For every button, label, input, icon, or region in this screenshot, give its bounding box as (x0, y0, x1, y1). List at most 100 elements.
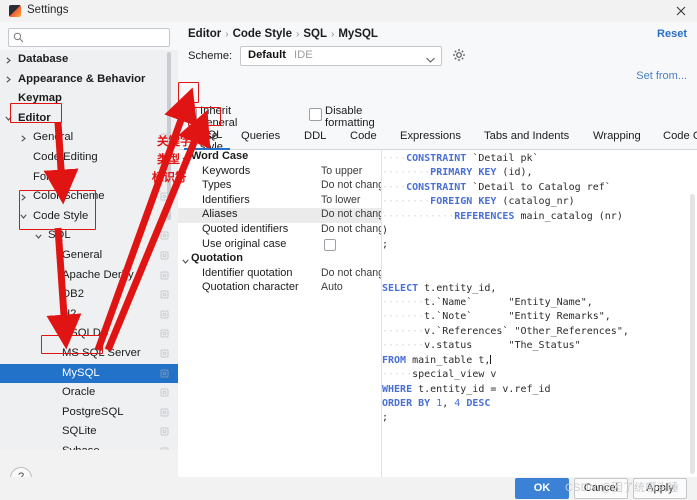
sidebar-item-label: Font (33, 170, 56, 183)
setting-row-identifiers[interactable]: Identifiers To lower (178, 194, 381, 209)
tab-expressions[interactable]: Expressions (400, 130, 461, 142)
sidebar-item-ms-sql-server[interactable]: MS SQL Server (0, 344, 178, 364)
tab-code[interactable]: Code (350, 130, 377, 142)
sidebar-item-h2[interactable]: H2 (0, 305, 178, 325)
sidebar-item-sql[interactable]: SQL (0, 226, 178, 246)
chevron-down-icon[interactable] (182, 154, 189, 162)
tab-code-generation[interactable]: Code Generation (663, 130, 697, 142)
sidebar-item-code-style[interactable]: Code Style (0, 207, 178, 227)
setting-row-quoted-identifiers[interactable]: Quoted identifiers Do not change (178, 223, 381, 238)
setting-value[interactable]: Do not change (321, 267, 381, 279)
breadcrumb-item[interactable]: Editor (188, 28, 221, 40)
setting-label: Identifiers (202, 193, 250, 206)
inherit-sql-style-checkbox[interactable] (184, 108, 197, 121)
setting-label: Quoted identifiers (202, 222, 289, 235)
sidebar-item-color-scheme[interactable]: Color Scheme (0, 187, 178, 207)
code-line: ; (382, 412, 389, 424)
setting-value[interactable]: Auto (321, 281, 343, 293)
breadcrumb-item[interactable]: Code Style (233, 28, 292, 40)
sidebar-item-code-editing[interactable]: Code Editing (0, 148, 178, 168)
sidebar-item-label: SQLite (62, 425, 97, 438)
gear-icon[interactable] (452, 48, 466, 62)
tab-ddl[interactable]: DDL (304, 130, 326, 142)
setting-value[interactable]: Do not change (321, 208, 381, 220)
breadcrumb-separator: › (296, 29, 300, 40)
setting-value[interactable]: To lower (321, 194, 360, 206)
setting-value[interactable]: To upper (321, 165, 362, 177)
sidebar-item-sybase[interactable]: Sybase (0, 442, 178, 450)
sidebar-item-label: Keymap (18, 92, 62, 105)
module-icon (160, 408, 169, 417)
chevron-right-icon[interactable] (5, 56, 12, 64)
sidebar-item-oracle[interactable]: Oracle (0, 383, 178, 403)
preview-scrollbar[interactable] (690, 194, 695, 474)
scheme-dropdown[interactable]: Default IDE (240, 46, 442, 66)
chevron-down-icon[interactable] (5, 115, 12, 122)
close-icon[interactable] (673, 3, 689, 19)
title-bar: Settings (0, 0, 697, 22)
setting-value[interactable]: Do not change (321, 223, 381, 235)
code-line: ········FOREIGN KEY (catalog_nr) (382, 196, 575, 208)
chevron-right-icon[interactable] (5, 76, 12, 83)
code-line: WHERE t.entity_id = v.ref_id (382, 383, 551, 395)
setting-row-aliases[interactable]: Aliases Do not change (178, 208, 381, 223)
setting-row-word-case[interactable]: Word Case (178, 150, 381, 165)
sidebar-item-postgresql[interactable]: PostgreSQL (0, 403, 178, 423)
reset-link[interactable]: Reset (657, 28, 687, 40)
sidebar-item-sqlite[interactable]: SQLite (0, 422, 178, 442)
module-icon (160, 349, 169, 358)
breadcrumb-item[interactable]: MySQL (338, 28, 378, 40)
module-icon (160, 369, 169, 378)
case-settings-list[interactable]: Word Case Keywords To upper Types Do not cha… (178, 150, 381, 477)
sidebar-item-label: PostgreSQL (62, 405, 124, 418)
sidebar-item-general[interactable]: General (0, 246, 178, 266)
sidebar-item-apache-derby[interactable]: Apache Derby (0, 266, 178, 286)
setting-row-quotation[interactable]: Quotation (178, 252, 381, 267)
code-line: ; (382, 239, 389, 251)
disable-formatting-checkbox[interactable] (309, 108, 322, 121)
sidebar-item-label: DB2 (62, 288, 84, 301)
tab-wrapping[interactable]: Wrapping (593, 130, 641, 142)
sidebar-item-editor[interactable]: Editor (0, 109, 178, 129)
ok-button[interactable]: OK (515, 478, 569, 499)
tab-bar[interactable]: Case Queries DDL Code Expressions Tabs and In… (178, 130, 697, 149)
sidebar-item-db2[interactable]: DB2 (0, 285, 178, 305)
use-original-case-checkbox[interactable] (324, 238, 336, 251)
sidebar-item-label: Editor (18, 111, 51, 124)
chevron-right-icon[interactable] (20, 135, 27, 142)
setting-value[interactable]: Do not change (321, 179, 381, 191)
breadcrumb-item[interactable]: SQL (303, 28, 327, 40)
annotation-identifier-cn: 标识符 (152, 170, 187, 184)
set-from-link[interactable]: Set from... (636, 70, 687, 82)
chevron-down-icon[interactable] (182, 256, 189, 265)
search-box[interactable] (8, 28, 170, 47)
breadcrumb: Editor › Code Style › SQL › MySQL (188, 28, 378, 40)
tab-queries[interactable]: Queries (241, 130, 280, 142)
window-title: Settings (27, 4, 69, 16)
sidebar-item-appearance-behavior[interactable]: Appearance & Behavior (0, 70, 178, 90)
chevron-right-icon[interactable] (20, 194, 27, 201)
module-icon (160, 427, 169, 436)
sidebar-item-mysql[interactable]: MySQL (0, 363, 178, 384)
sidebar-item-database[interactable]: Database (0, 50, 178, 70)
tab-tabs-and-indents[interactable]: Tabs and Indents (484, 130, 569, 142)
sidebar-item-label: MySQL (62, 366, 100, 379)
setting-row-identifier-quotation[interactable]: Identifier quotation Do not change (178, 267, 381, 282)
tab-case[interactable]: Case (192, 130, 218, 142)
setting-row-types[interactable]: Types Do not change (178, 179, 381, 194)
setting-row-quotation-character[interactable]: Quotation character Auto (178, 281, 381, 296)
sidebar-item-label: Code Editing (33, 150, 98, 163)
chevron-down-icon (426, 54, 435, 66)
setting-row-keywords[interactable]: Keywords To upper (178, 165, 381, 180)
search-icon (13, 32, 24, 43)
search-input[interactable] (27, 30, 167, 46)
chevron-down-icon[interactable] (20, 213, 27, 220)
sidebar-item-keymap[interactable]: Keymap (0, 89, 178, 109)
setting-label: Keywords (202, 164, 251, 177)
chevron-down-icon[interactable] (35, 233, 42, 240)
sidebar-item-general[interactable]: General (0, 128, 178, 148)
settings-tree[interactable]: Database Appearance & Behavior Keymap Edito… (0, 50, 178, 450)
sidebar-item-hsqldb[interactable]: HSQLDB (0, 324, 178, 344)
setting-row-use-original-case[interactable]: Use original case (178, 238, 381, 253)
